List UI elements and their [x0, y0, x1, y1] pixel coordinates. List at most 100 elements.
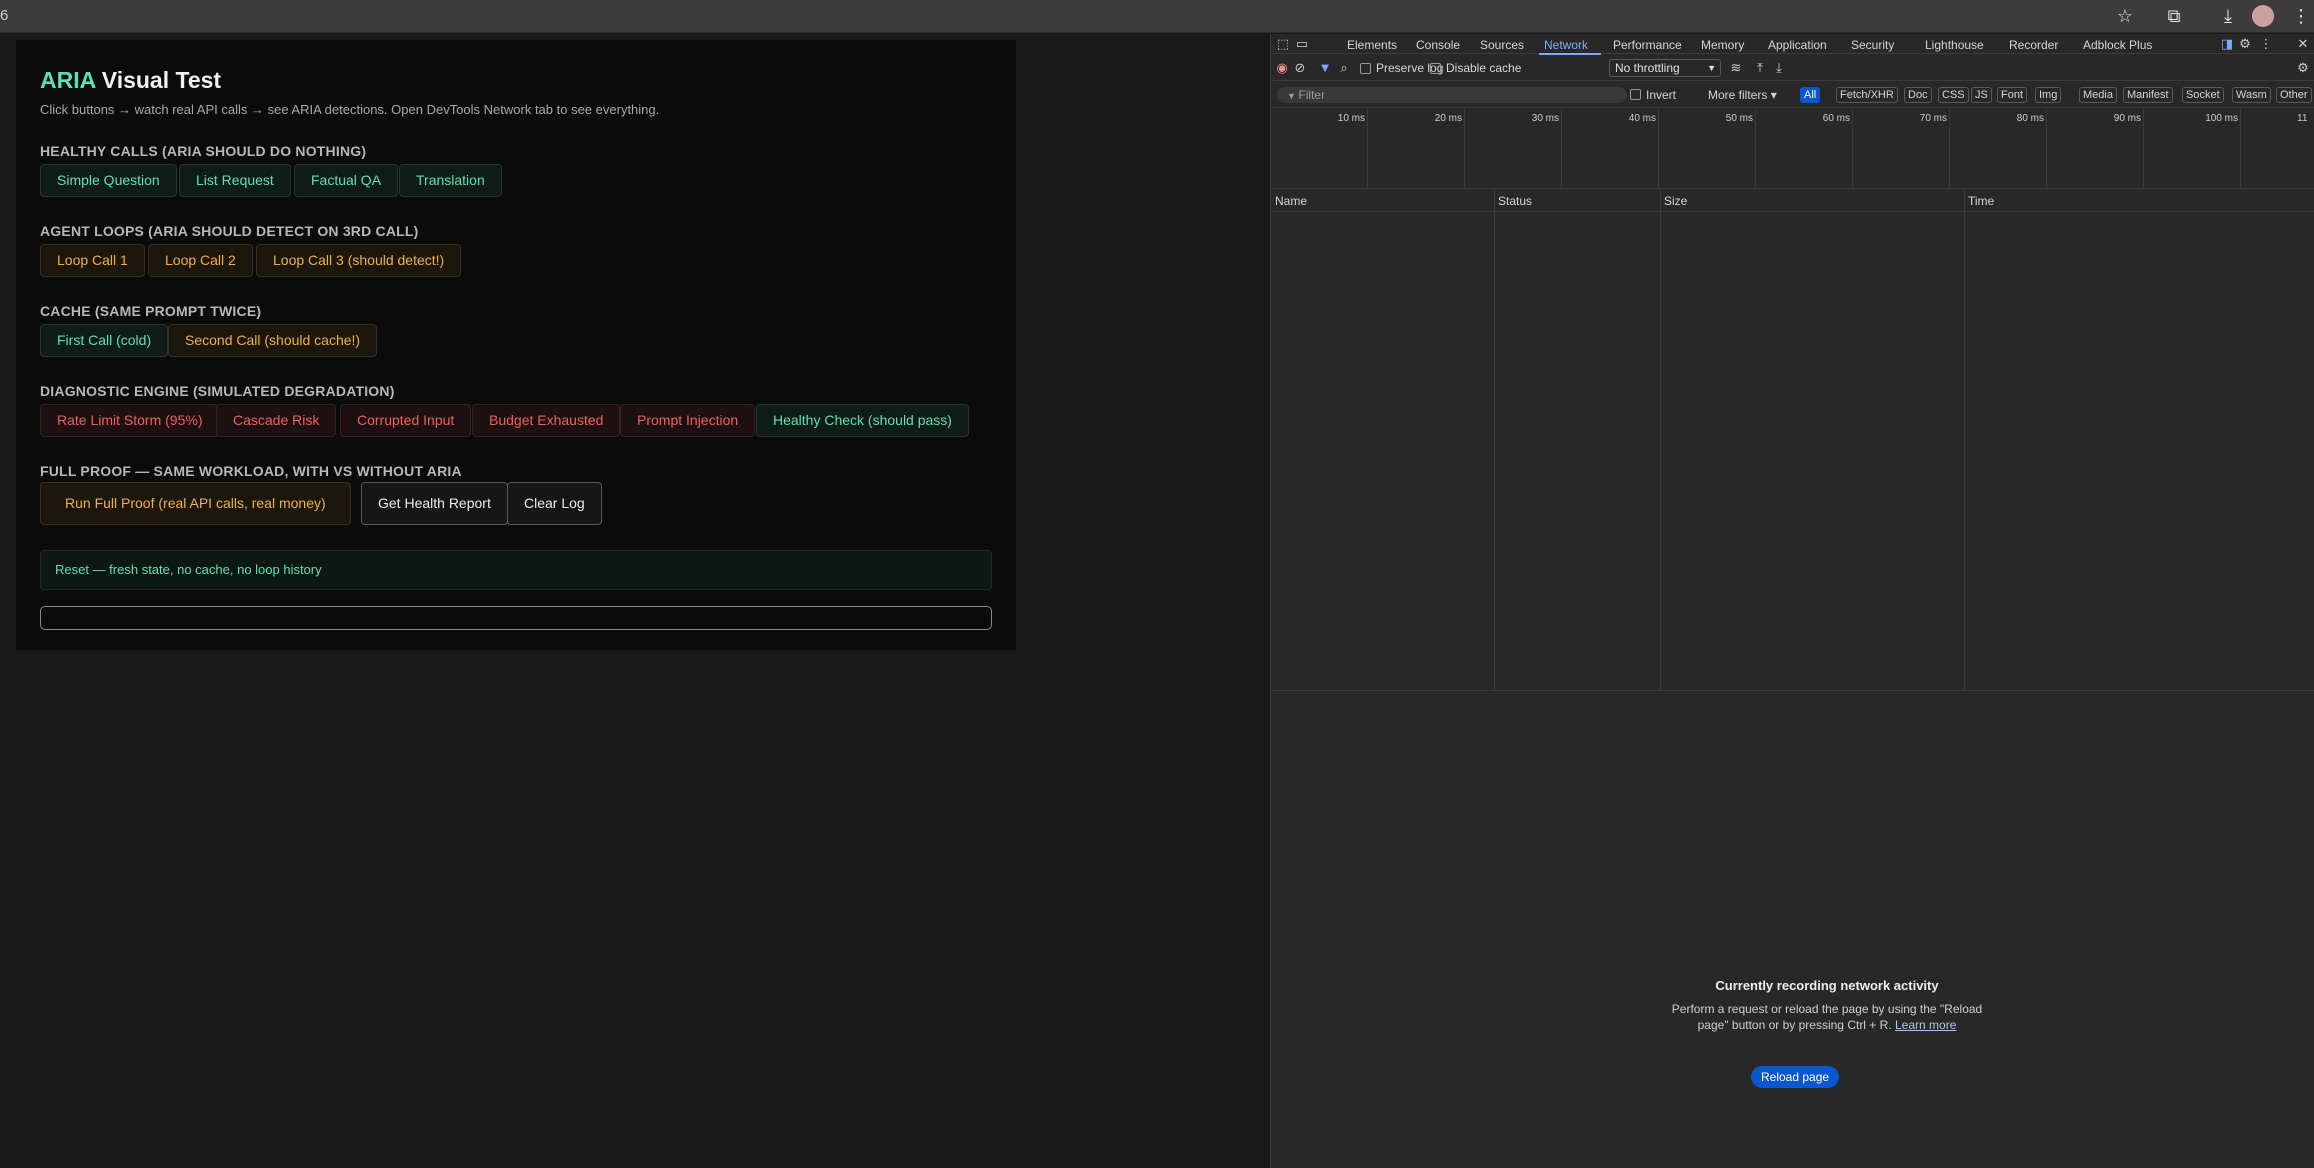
timeline-tick-label: 50 ms	[1725, 113, 1753, 124]
empty-state-text: Perform a request or reload the page by …	[1671, 1002, 1983, 1032]
column-status[interactable]: Status	[1498, 194, 1532, 208]
tab-console[interactable]: Console	[1416, 38, 1460, 52]
close-icon[interactable]: ✕	[2295, 36, 2311, 52]
network-conditions-icon[interactable]: ≋	[1728, 60, 1744, 76]
invert-checkbox[interactable]	[1630, 89, 1641, 100]
empty-state: Currently recording network activity Per…	[1671, 978, 1983, 1033]
full-proof-heading: FULL PROOF — SAME WORKLOAD, WITH VS WITH…	[40, 463, 462, 479]
loop-call-1-button[interactable]: Loop Call 1	[40, 244, 145, 277]
cascade-risk-button[interactable]: Cascade Risk	[216, 404, 337, 437]
empty-state-heading: Currently recording network activity	[1715, 978, 1939, 993]
profile-icon[interactable]	[2252, 5, 2274, 27]
settings-gear-icon[interactable]: ⚙	[2237, 36, 2253, 52]
network-timeline: 10 ms 20 ms 30 ms 40 ms 50 ms 60 ms 70 m…	[1271, 109, 2314, 189]
factual-qa-button[interactable]: Factual QA	[294, 164, 399, 197]
search-icon[interactable]: ⌕	[1336, 60, 1352, 76]
tab-adblock-plus[interactable]: Adblock Plus	[2083, 38, 2152, 52]
tab-application[interactable]: Application	[1768, 38, 1827, 52]
column-size[interactable]: Size	[1664, 194, 1687, 208]
filter-type-wasm[interactable]: Wasm	[2232, 87, 2271, 103]
export-har-icon[interactable]: ⤓	[1771, 60, 1787, 76]
column-divider[interactable]	[1964, 190, 1965, 690]
prompt-injection-button[interactable]: Prompt Injection	[620, 404, 756, 437]
timeline-tick-label: 40 ms	[1628, 113, 1656, 124]
import-har-icon[interactable]: ⤒	[1752, 60, 1768, 76]
inspect-element-icon[interactable]: ⬚	[1275, 36, 1291, 52]
timeline-gridline	[1949, 109, 1950, 189]
star-icon[interactable]: ☆	[2114, 5, 2136, 27]
filter-type-socket[interactable]: Socket	[2182, 87, 2224, 103]
tab-recorder[interactable]: Recorder	[2009, 38, 2058, 52]
page-subtitle: Click buttons → watch real API calls → s…	[40, 102, 660, 117]
timeline-tick-label: 10 ms	[1337, 113, 1365, 124]
filter-icon[interactable]: ▼	[1317, 60, 1333, 76]
tab-performance[interactable]: Performance	[1613, 38, 1682, 52]
disable-cache-checkbox[interactable]	[1430, 63, 1441, 74]
record-stop-icon[interactable]: ◉	[1274, 60, 1290, 76]
more-filters-dropdown[interactable]: More filters ▾	[1708, 88, 1777, 102]
table-divider	[1271, 690, 2314, 691]
filter-type-img[interactable]: Img	[2035, 87, 2062, 103]
device-toolbar-icon[interactable]: ▭	[1294, 36, 1310, 52]
request-table-header: Name Status Size Time	[1271, 190, 2314, 212]
corrupted-input-button[interactable]: Corrupted Input	[340, 404, 472, 437]
throttling-select[interactable]: No throttling ▼	[1609, 59, 1721, 77]
column-name[interactable]: Name	[1275, 194, 1307, 208]
tab-security[interactable]: Security	[1851, 38, 1894, 52]
filter-type-js[interactable]: JS	[1971, 87, 1992, 103]
clear-icon[interactable]: ⊘	[1292, 60, 1308, 76]
preserve-log-checkbox[interactable]	[1360, 63, 1371, 74]
devtools-panel: ⬚ ▭ Elements Console Sources Network Per…	[1270, 34, 2314, 1168]
page-title: ARIA Visual Test	[40, 67, 222, 93]
reload-page-button[interactable]: Reload page	[1751, 1066, 1840, 1088]
diagnostic-engine-heading: DIAGNOSTIC ENGINE (SIMULATED DEGRADATION…	[40, 383, 395, 399]
download-icon[interactable]: ⤓	[2217, 5, 2239, 27]
filter-type-css[interactable]: CSS	[1938, 87, 1969, 103]
filter-type-media[interactable]: Media	[2079, 87, 2117, 103]
more-options-icon[interactable]: ⋮	[2258, 36, 2274, 52]
clear-log-button[interactable]: Clear Log	[507, 482, 602, 525]
first-call-button[interactable]: First Call (cold)	[40, 324, 169, 357]
run-full-proof-button[interactable]: Run Full Proof (real API calls, real mon…	[40, 482, 351, 525]
healthy-check-button[interactable]: Healthy Check (should pass)	[756, 404, 969, 437]
list-request-button[interactable]: List Request	[179, 164, 291, 197]
column-divider[interactable]	[1660, 190, 1661, 690]
chevron-down-icon: ▼	[1707, 63, 1716, 73]
filter-type-other[interactable]: Other	[2276, 87, 2312, 103]
health-report-button[interactable]: Get Health Report	[361, 482, 508, 525]
loop-call-3-button[interactable]: Loop Call 3 (should detect!)	[256, 244, 462, 277]
second-call-button[interactable]: Second Call (should cache!)	[168, 324, 378, 357]
tab-lighthouse[interactable]: Lighthouse	[1925, 38, 1984, 52]
rate-limit-storm-button[interactable]: Rate Limit Storm (95%)	[40, 404, 220, 437]
filter-type-manifest[interactable]: Manifest	[2123, 87, 2173, 103]
filter-bar: ▼ Filter Invert More filters ▾ All Fetch…	[1271, 82, 2314, 108]
filter-input[interactable]: ▼ Filter	[1277, 87, 1627, 103]
timeline-gridline	[1367, 109, 1368, 189]
filter-type-fetch-xhr[interactable]: Fetch/XHR	[1836, 87, 1898, 103]
tab-sources[interactable]: Sources	[1480, 38, 1524, 52]
tab-fragment: 6	[0, 7, 9, 24]
filter-funnel-icon: ▼	[1287, 91, 1299, 101]
more-icon[interactable]: ⋮	[2290, 5, 2312, 27]
budget-exhausted-button[interactable]: Budget Exhausted	[472, 404, 621, 437]
loop-call-2-button[interactable]: Loop Call 2	[148, 244, 253, 277]
simple-question-button[interactable]: Simple Question	[40, 164, 177, 197]
extensions-icon[interactable]: ⧉	[2163, 5, 2185, 27]
ai-assistance-icon[interactable]: ◨	[2219, 36, 2235, 52]
timeline-tick-label: 80 ms	[2016, 113, 2044, 124]
timeline-tick-label: 90 ms	[2113, 113, 2141, 124]
learn-more-link[interactable]: Learn more	[1895, 1018, 1956, 1032]
network-settings-icon[interactable]: ⚙	[2295, 60, 2311, 76]
filter-type-all[interactable]: All	[1800, 87, 1821, 103]
translation-button[interactable]: Translation	[399, 164, 502, 197]
timeline-gridline	[2143, 109, 2144, 189]
filter-type-doc[interactable]: Doc	[1904, 87, 1932, 103]
timeline-gridline	[2046, 109, 2047, 189]
tab-memory[interactable]: Memory	[1701, 38, 1744, 52]
timeline-gridline	[1852, 109, 1853, 189]
filter-type-font[interactable]: Font	[1997, 87, 2028, 103]
tab-network[interactable]: Network	[1544, 38, 1588, 52]
tab-elements[interactable]: Elements	[1347, 38, 1397, 52]
column-divider[interactable]	[1494, 190, 1495, 690]
column-time[interactable]: Time	[1968, 194, 1994, 208]
